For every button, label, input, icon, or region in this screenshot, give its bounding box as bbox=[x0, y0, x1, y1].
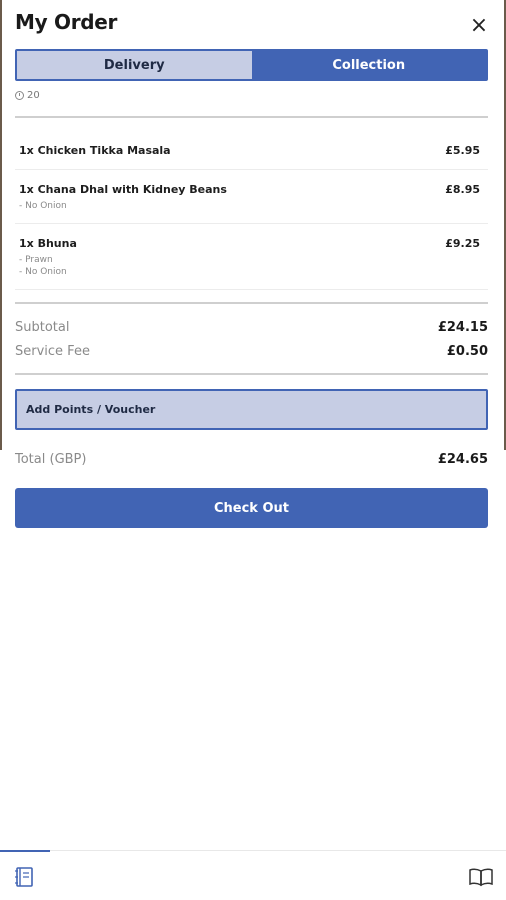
item-name: 1x Chicken Tikka Masala bbox=[19, 144, 171, 157]
close-button[interactable]: × bbox=[467, 14, 491, 38]
total-value: £24.65 bbox=[437, 452, 488, 467]
item-name: 1x Bhuna bbox=[19, 237, 77, 250]
order-item: 1x Chicken Tikka Masala £5.95 bbox=[15, 131, 488, 170]
divider bbox=[15, 302, 488, 304]
open-book-icon bbox=[469, 868, 493, 887]
clock-icon bbox=[15, 91, 24, 100]
nav-book-button[interactable] bbox=[468, 865, 494, 889]
order-item: 1x Bhuna £9.25 - Prawn - No Onion bbox=[15, 224, 488, 290]
header: My Order × bbox=[15, 10, 491, 42]
order-item: 1x Chana Dhal with Kidney Beans £8.95 - … bbox=[15, 170, 488, 224]
item-modifier: - No Onion bbox=[19, 201, 67, 211]
order-page: My Order × Delivery Collection 20 1x Chi… bbox=[0, 0, 506, 900]
divider bbox=[15, 373, 488, 375]
service-fee-label: Service Fee bbox=[15, 344, 90, 359]
edge-left bbox=[0, 0, 2, 450]
eta-minutes: 20 bbox=[27, 90, 40, 101]
item-price: £9.25 bbox=[445, 237, 480, 250]
page-title: My Order bbox=[15, 10, 118, 34]
order-items-list: 1x Chicken Tikka Masala £5.95 1x Chana D… bbox=[15, 131, 488, 290]
menu-book-icon bbox=[15, 867, 33, 887]
divider bbox=[15, 116, 488, 118]
delivery-option[interactable]: Delivery bbox=[17, 51, 252, 79]
item-modifier: - Prawn bbox=[19, 255, 53, 265]
close-icon: × bbox=[469, 13, 489, 38]
checkout-button[interactable]: Check Out bbox=[15, 488, 488, 528]
nav-menu-button[interactable] bbox=[13, 865, 39, 889]
item-price: £5.95 bbox=[445, 144, 480, 157]
bottom-nav bbox=[0, 850, 506, 900]
subtotal-label: Subtotal bbox=[15, 320, 70, 335]
add-voucher-button[interactable]: Add Points / Voucher bbox=[15, 389, 488, 430]
eta-indicator: 20 bbox=[15, 90, 40, 101]
service-fee-value: £0.50 bbox=[446, 344, 488, 359]
item-price: £8.95 bbox=[445, 183, 480, 196]
item-modifier: - No Onion bbox=[19, 267, 67, 277]
collection-option[interactable]: Collection bbox=[251, 51, 486, 79]
active-tab-indicator bbox=[0, 850, 50, 852]
item-name: 1x Chana Dhal with Kidney Beans bbox=[19, 183, 227, 196]
subtotal-value: £24.15 bbox=[437, 320, 488, 335]
total-label: Total (GBP) bbox=[15, 452, 87, 467]
delivery-mode-toggle: Delivery Collection bbox=[15, 49, 488, 81]
